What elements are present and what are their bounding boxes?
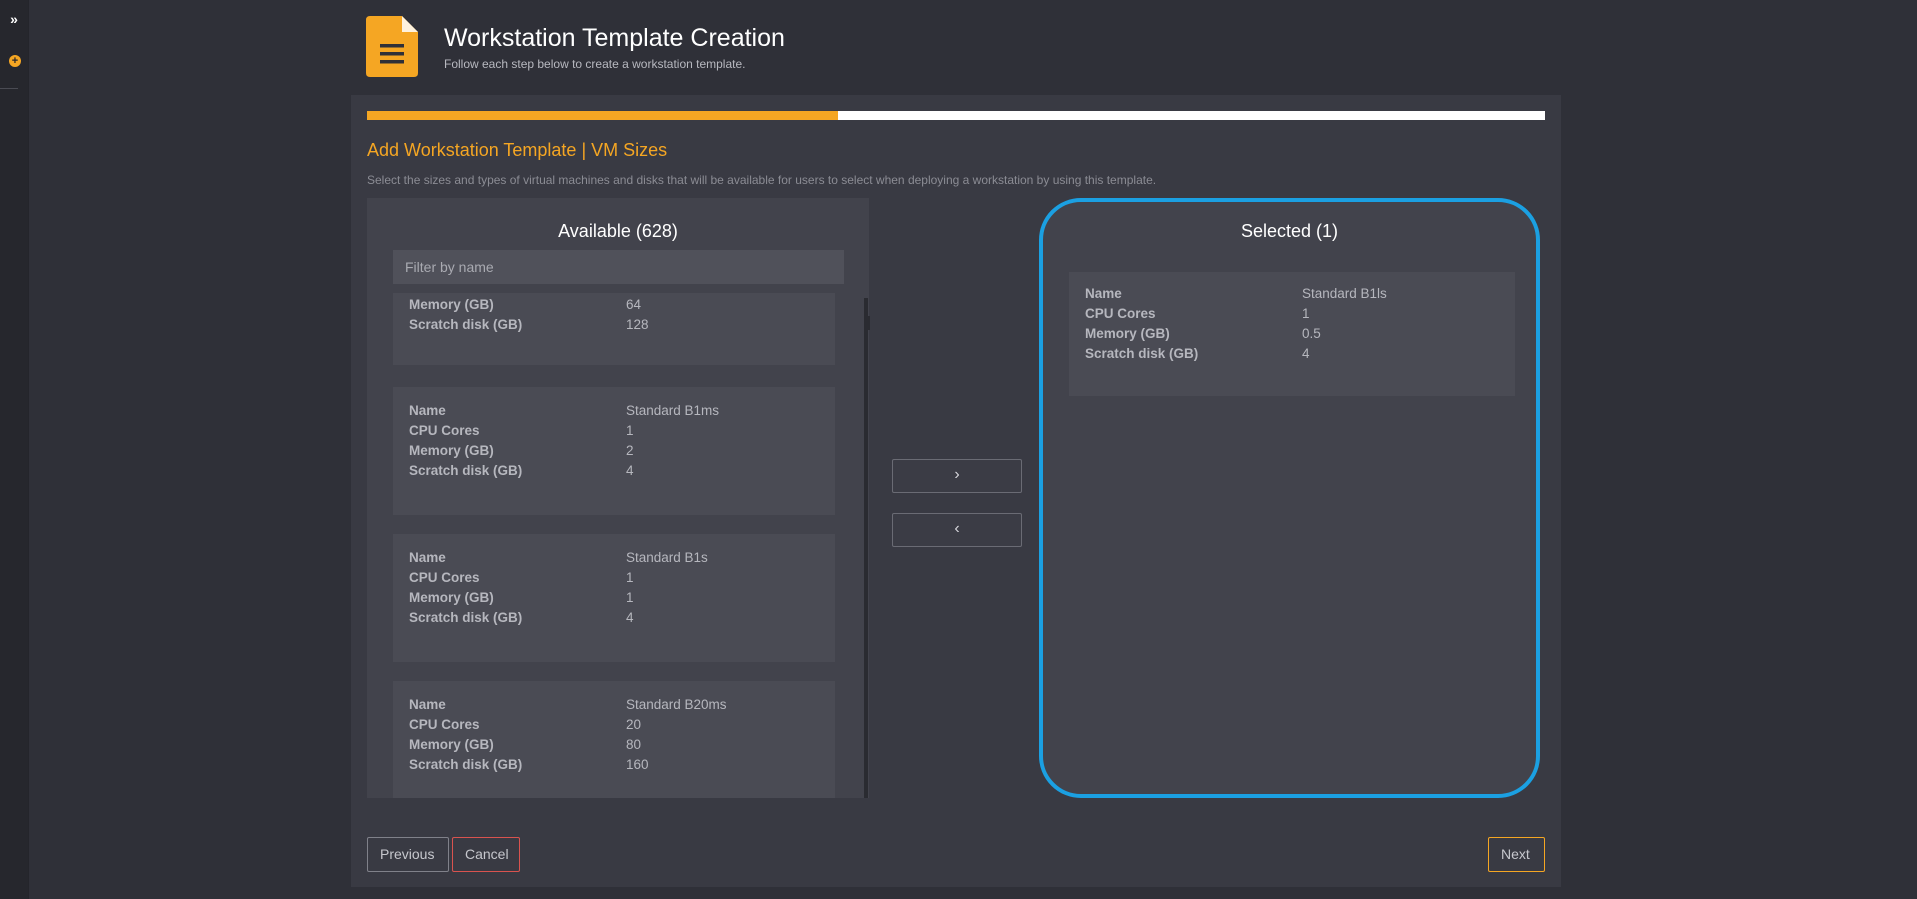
available-title: Available (628) bbox=[558, 221, 678, 241]
spec-key: Scratch disk (GB) bbox=[409, 610, 523, 625]
next-button[interactable]: Next bbox=[1488, 837, 1545, 872]
available-list[interactable]: Memory (GB) 64 Scratch disk (GB) 128 Nam… bbox=[367, 293, 869, 798]
document-icon bbox=[366, 16, 418, 77]
spec-key: Scratch disk (GB) bbox=[409, 463, 523, 478]
page-title: Workstation Template Creation bbox=[444, 24, 785, 52]
previous-button[interactable]: Previous bbox=[367, 837, 449, 872]
spec-value: 80 bbox=[626, 737, 642, 752]
list-item[interactable]: Memory (GB) 64 Scratch disk (GB) 128 bbox=[393, 293, 835, 365]
spec-key: Memory (GB) bbox=[409, 297, 494, 312]
spec-value: 1 bbox=[1302, 306, 1310, 321]
spec-value: 4 bbox=[1302, 346, 1310, 361]
wizard-panel: Add Workstation Template | VM Sizes Sele… bbox=[351, 95, 1561, 887]
move-right-button[interactable]: › bbox=[892, 459, 1022, 493]
spec-key: CPU Cores bbox=[1085, 306, 1156, 321]
spec-key: CPU Cores bbox=[409, 717, 480, 732]
spec-key: Scratch disk (GB) bbox=[409, 757, 523, 772]
spec-key: CPU Cores bbox=[409, 570, 480, 585]
spec-key: Memory (GB) bbox=[409, 737, 494, 752]
move-left-button[interactable]: ‹ bbox=[892, 513, 1022, 547]
spec-key: Name bbox=[409, 550, 446, 565]
filter-input[interactable] bbox=[393, 250, 844, 284]
selected-title: Selected (1) bbox=[1240, 221, 1339, 241]
step-description: Select the sizes and types of virtual ma… bbox=[367, 173, 1157, 187]
spec-value: 4 bbox=[626, 610, 634, 625]
spec-value: 64 bbox=[626, 297, 642, 312]
list-item[interactable]: Name Standard B1ms CPU Cores 1 Memory (G… bbox=[393, 387, 835, 515]
spec-key: Scratch disk (GB) bbox=[409, 317, 523, 332]
spec-value: 1 bbox=[626, 570, 634, 585]
spec-key: Scratch disk (GB) bbox=[1085, 346, 1199, 361]
spec-value: 20 bbox=[626, 717, 642, 732]
list-item[interactable]: Name Standard B1s CPU Cores 1 Memory (GB… bbox=[393, 534, 835, 662]
spec-value: 128 bbox=[626, 317, 649, 332]
side-rail: » + bbox=[0, 0, 29, 899]
selected-list-box: Selected (1) Name Standard B1ls CPU Core… bbox=[1039, 198, 1540, 798]
page-subtitle: Follow each step below to create a works… bbox=[444, 57, 746, 71]
spec-key: Memory (GB) bbox=[409, 443, 494, 458]
available-list-box: Available (628) Memory (GB) 64 Scratch d… bbox=[367, 198, 870, 798]
list-item[interactable]: Name Standard B20ms CPU Cores 20 Memory … bbox=[393, 681, 835, 798]
cancel-button[interactable]: Cancel bbox=[452, 837, 520, 872]
spec-value: Standard B1ms bbox=[626, 403, 720, 418]
progress-bar bbox=[367, 111, 1545, 120]
spec-value: 160 bbox=[626, 757, 649, 772]
list-item[interactable]: Name Standard B1ls CPU Cores 1 Memory (G… bbox=[1069, 272, 1515, 396]
spec-key: Name bbox=[409, 403, 446, 418]
spec-value: 0.5 bbox=[1302, 326, 1321, 341]
spec-value: Standard B20ms bbox=[626, 697, 727, 712]
rail-divider bbox=[0, 88, 18, 89]
spec-key: Memory (GB) bbox=[1085, 326, 1170, 341]
spec-value: 1 bbox=[626, 423, 634, 438]
spec-value: Standard B1s bbox=[626, 550, 708, 565]
spec-key: Name bbox=[1085, 286, 1122, 301]
spec-value: 1 bbox=[626, 590, 634, 605]
scrollbar-thumb[interactable] bbox=[864, 316, 870, 330]
spec-value: 4 bbox=[626, 463, 634, 478]
step-title: Add Workstation Template | VM Sizes bbox=[367, 140, 668, 160]
scrollbar-track[interactable] bbox=[864, 298, 868, 798]
spec-value: 2 bbox=[626, 443, 634, 458]
add-circle-icon[interactable]: + bbox=[9, 55, 21, 67]
spec-key: Name bbox=[409, 697, 446, 712]
progress-fill bbox=[367, 111, 839, 120]
expand-sidebar-icon[interactable]: » bbox=[6, 10, 22, 28]
spec-key: CPU Cores bbox=[409, 423, 480, 438]
spec-value: Standard B1ls bbox=[1302, 286, 1387, 301]
spec-key: Memory (GB) bbox=[409, 590, 494, 605]
